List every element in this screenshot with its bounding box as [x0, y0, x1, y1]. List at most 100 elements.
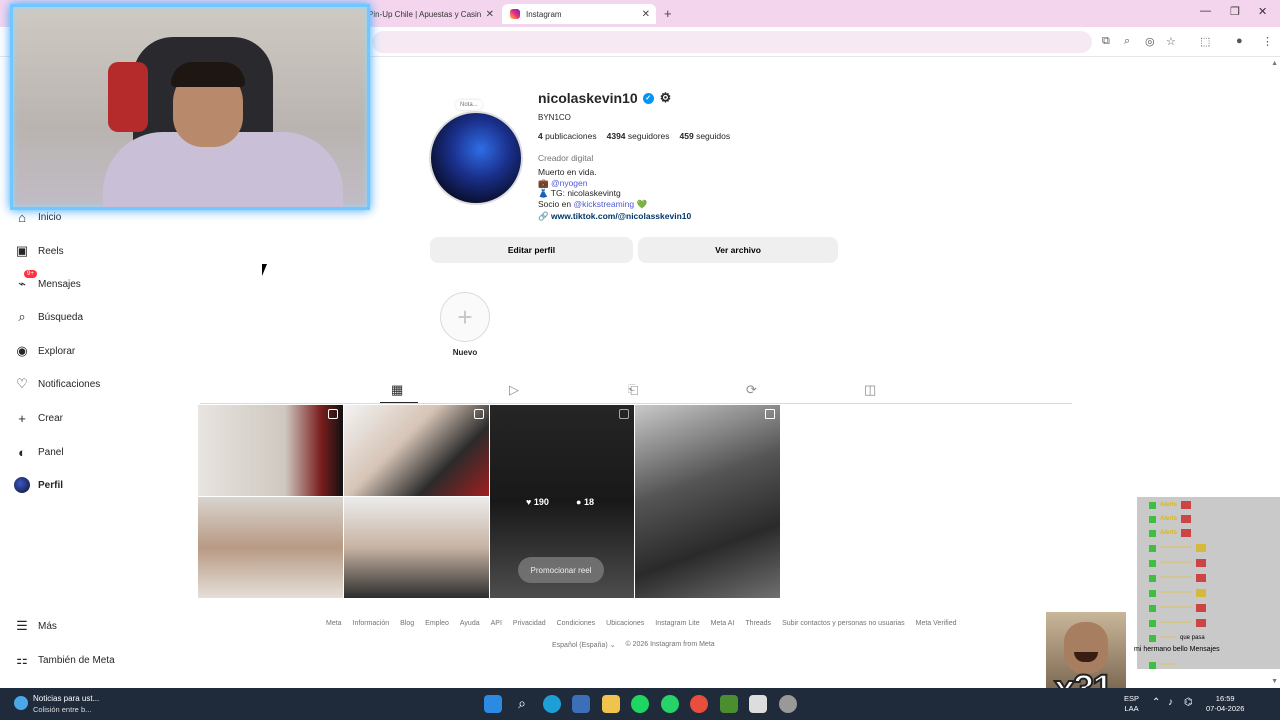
plus-icon[interactable]: +: [664, 6, 672, 21]
reposts-icon[interactable]: ⟳: [746, 382, 757, 398]
chevron-up-icon[interactable]: ⌃: [1152, 697, 1160, 708]
bio-line: Socio en @kickstreaming 💚: [538, 199, 648, 209]
sidebar-item-notificaciones[interactable]: ♡ Notificaciones: [14, 374, 100, 394]
promote-reel-button[interactable]: Promocionar reel: [518, 557, 604, 583]
reels-icon[interactable]: ▷: [509, 382, 519, 398]
footer-link[interactable]: Instagram Lite: [655, 620, 699, 627]
followers-stat[interactable]: 4394 seguidores: [607, 131, 670, 141]
copyright: © 2026 Instagram from Meta: [625, 641, 715, 648]
chat-message: ········ que pasa: [1149, 633, 1205, 643]
grid-post[interactable]: [198, 405, 343, 496]
footer-link[interactable]: Blog: [400, 620, 414, 627]
chat-message: ················: [1149, 603, 1206, 613]
footer-link[interactable]: Condiciones: [557, 620, 596, 627]
grid-post[interactable]: [198, 497, 343, 598]
whatsapp-icon[interactable]: [661, 695, 679, 713]
footer-link[interactable]: Ayuda: [460, 620, 480, 627]
start-icon[interactable]: [484, 695, 502, 713]
search-icon[interactable]: ⌕: [513, 695, 531, 713]
sidebar-item-mas[interactable]: ☰ Más: [14, 616, 57, 636]
profile-category: Creador digital: [538, 153, 594, 163]
news-icon[interactable]: [14, 696, 28, 710]
profile-note[interactable]: Nota...: [456, 100, 482, 110]
footer-link[interactable]: Privacidad: [513, 620, 546, 627]
sidebar-item-tambien-de-meta[interactable]: ⚏ También de Meta: [14, 650, 115, 670]
language-indicator[interactable]: ESP LAA: [1124, 694, 1139, 714]
obs-icon[interactable]: [749, 695, 767, 713]
dashboard-icon: ◐: [18, 444, 26, 460]
edit-profile-button[interactable]: Editar perfil: [430, 237, 633, 263]
tab-instagram[interactable]: Instagram ✕: [502, 4, 656, 24]
sidebar-item-explorar[interactable]: ◉ Explorar: [14, 341, 75, 361]
sidebar-item-label: Reels: [38, 245, 64, 257]
saved-icon[interactable]: ⎗: [628, 382, 638, 398]
language-select[interactable]: Español (España) ⌄: [552, 641, 615, 649]
sidebar-item-reels[interactable]: ▣ Reels: [14, 241, 64, 261]
close-tab-icon[interactable]: ✕: [486, 9, 494, 20]
sidebar-item-busqueda[interactable]: ⌕ Búsqueda: [14, 307, 83, 327]
grid-post[interactable]: [635, 405, 780, 598]
gear-icon[interactable]: ⚙: [660, 90, 672, 106]
meme-face: [1064, 622, 1108, 674]
footer-link[interactable]: Subir contactos y personas no usuarias: [782, 620, 905, 627]
bio-line: 👗 TG: nicolaskevintg: [538, 188, 621, 198]
tab-pinup[interactable]: Pin-Up Chile | Apuestas y Casin ✕: [360, 4, 500, 24]
footer-link[interactable]: Información: [353, 620, 390, 627]
sidebar-item-inicio[interactable]: ⌂ Inicio: [14, 207, 61, 227]
footer-link[interactable]: API: [491, 620, 502, 627]
chrome-icon[interactable]: [690, 695, 708, 713]
footer-link[interactable]: Meta AI: [711, 620, 735, 627]
grid-post[interactable]: [344, 405, 489, 496]
install-app-icon[interactable]: ⧉: [1102, 35, 1110, 48]
clock[interactable]: 16:59 07-04-2026: [1206, 694, 1244, 714]
eye-off-icon[interactable]: ◎: [1145, 35, 1155, 48]
minimize-icon[interactable]: —: [1200, 5, 1211, 17]
profile-icon[interactable]: ●: [1236, 35, 1243, 47]
scroll-down-icon[interactable]: ▼: [1271, 678, 1278, 685]
speaker-icon[interactable]: ♪: [1168, 697, 1173, 708]
xbox-icon[interactable]: [720, 695, 738, 713]
footer-link[interactable]: Empleo: [425, 620, 449, 627]
profile-picture[interactable]: [429, 111, 523, 205]
chat-message: ········: [1149, 660, 1176, 670]
bio-website[interactable]: 🔗 www.tiktok.com/@nicolasskevin10: [538, 211, 691, 222]
menu-icon[interactable]: ⋮: [1262, 35, 1273, 48]
spotify-icon[interactable]: [631, 695, 649, 713]
footer-link[interactable]: Ubicaciones: [606, 620, 644, 627]
file-explorer-icon[interactable]: [602, 695, 620, 713]
close-tab-icon[interactable]: ✕: [642, 9, 650, 20]
grid-icon[interactable]: ▦: [391, 382, 403, 398]
bio-mention-link[interactable]: @nyogen: [551, 178, 588, 188]
bio-mention-link[interactable]: @kickstreaming: [573, 199, 634, 209]
scroll-up-icon[interactable]: ▲: [1271, 60, 1278, 67]
grid-post-hovered[interactable]: ♥ 190 ● 18 Promocionar reel: [490, 405, 634, 598]
sidebar-item-label: Crear: [38, 412, 64, 424]
close-icon[interactable]: ✕: [1258, 5, 1267, 18]
extensions-icon[interactable]: ⬚: [1200, 35, 1210, 48]
news-title[interactable]: Noticias para ust...: [33, 694, 99, 703]
news-subtitle[interactable]: Colisión entre b...: [33, 705, 91, 714]
store-icon[interactable]: [572, 695, 590, 713]
edge-icon[interactable]: [543, 695, 561, 713]
app-icon[interactable]: [779, 695, 797, 713]
windows-taskbar: Noticias para ust... Colisión entre b...…: [0, 688, 1280, 720]
footer-link[interactable]: Meta Verified: [916, 620, 957, 627]
sidebar-item-panel[interactable]: ◐ Panel: [14, 442, 64, 462]
network-icon[interactable]: ⌬: [1184, 697, 1193, 708]
new-highlight-button[interactable]: +: [440, 292, 490, 342]
bio-line: Muerto en vida.: [538, 167, 597, 177]
sidebar-item-perfil[interactable]: Perfil: [14, 475, 63, 495]
sidebar-item-crear[interactable]: + Crear: [14, 408, 63, 428]
footer-link[interactable]: Meta: [326, 620, 342, 627]
following-stat[interactable]: 459 seguidos: [680, 131, 731, 141]
sidebar-item-mensajes[interactable]: ⌁ 9+ Mensajes: [14, 270, 81, 294]
grid-post[interactable]: [344, 497, 489, 598]
star-icon[interactable]: ☆: [1166, 35, 1176, 48]
footer-link[interactable]: Threads: [745, 620, 771, 627]
restore-icon[interactable]: ❐: [1230, 5, 1240, 18]
address-bar[interactable]: [372, 31, 1092, 53]
tagged-icon[interactable]: ◫: [864, 382, 876, 398]
profile-username: nicolaskevin10 ✓ ⚙: [538, 90, 671, 106]
zoom-icon[interactable]: ⌕: [1124, 35, 1130, 48]
view-archive-button[interactable]: Ver archivo: [638, 237, 838, 263]
